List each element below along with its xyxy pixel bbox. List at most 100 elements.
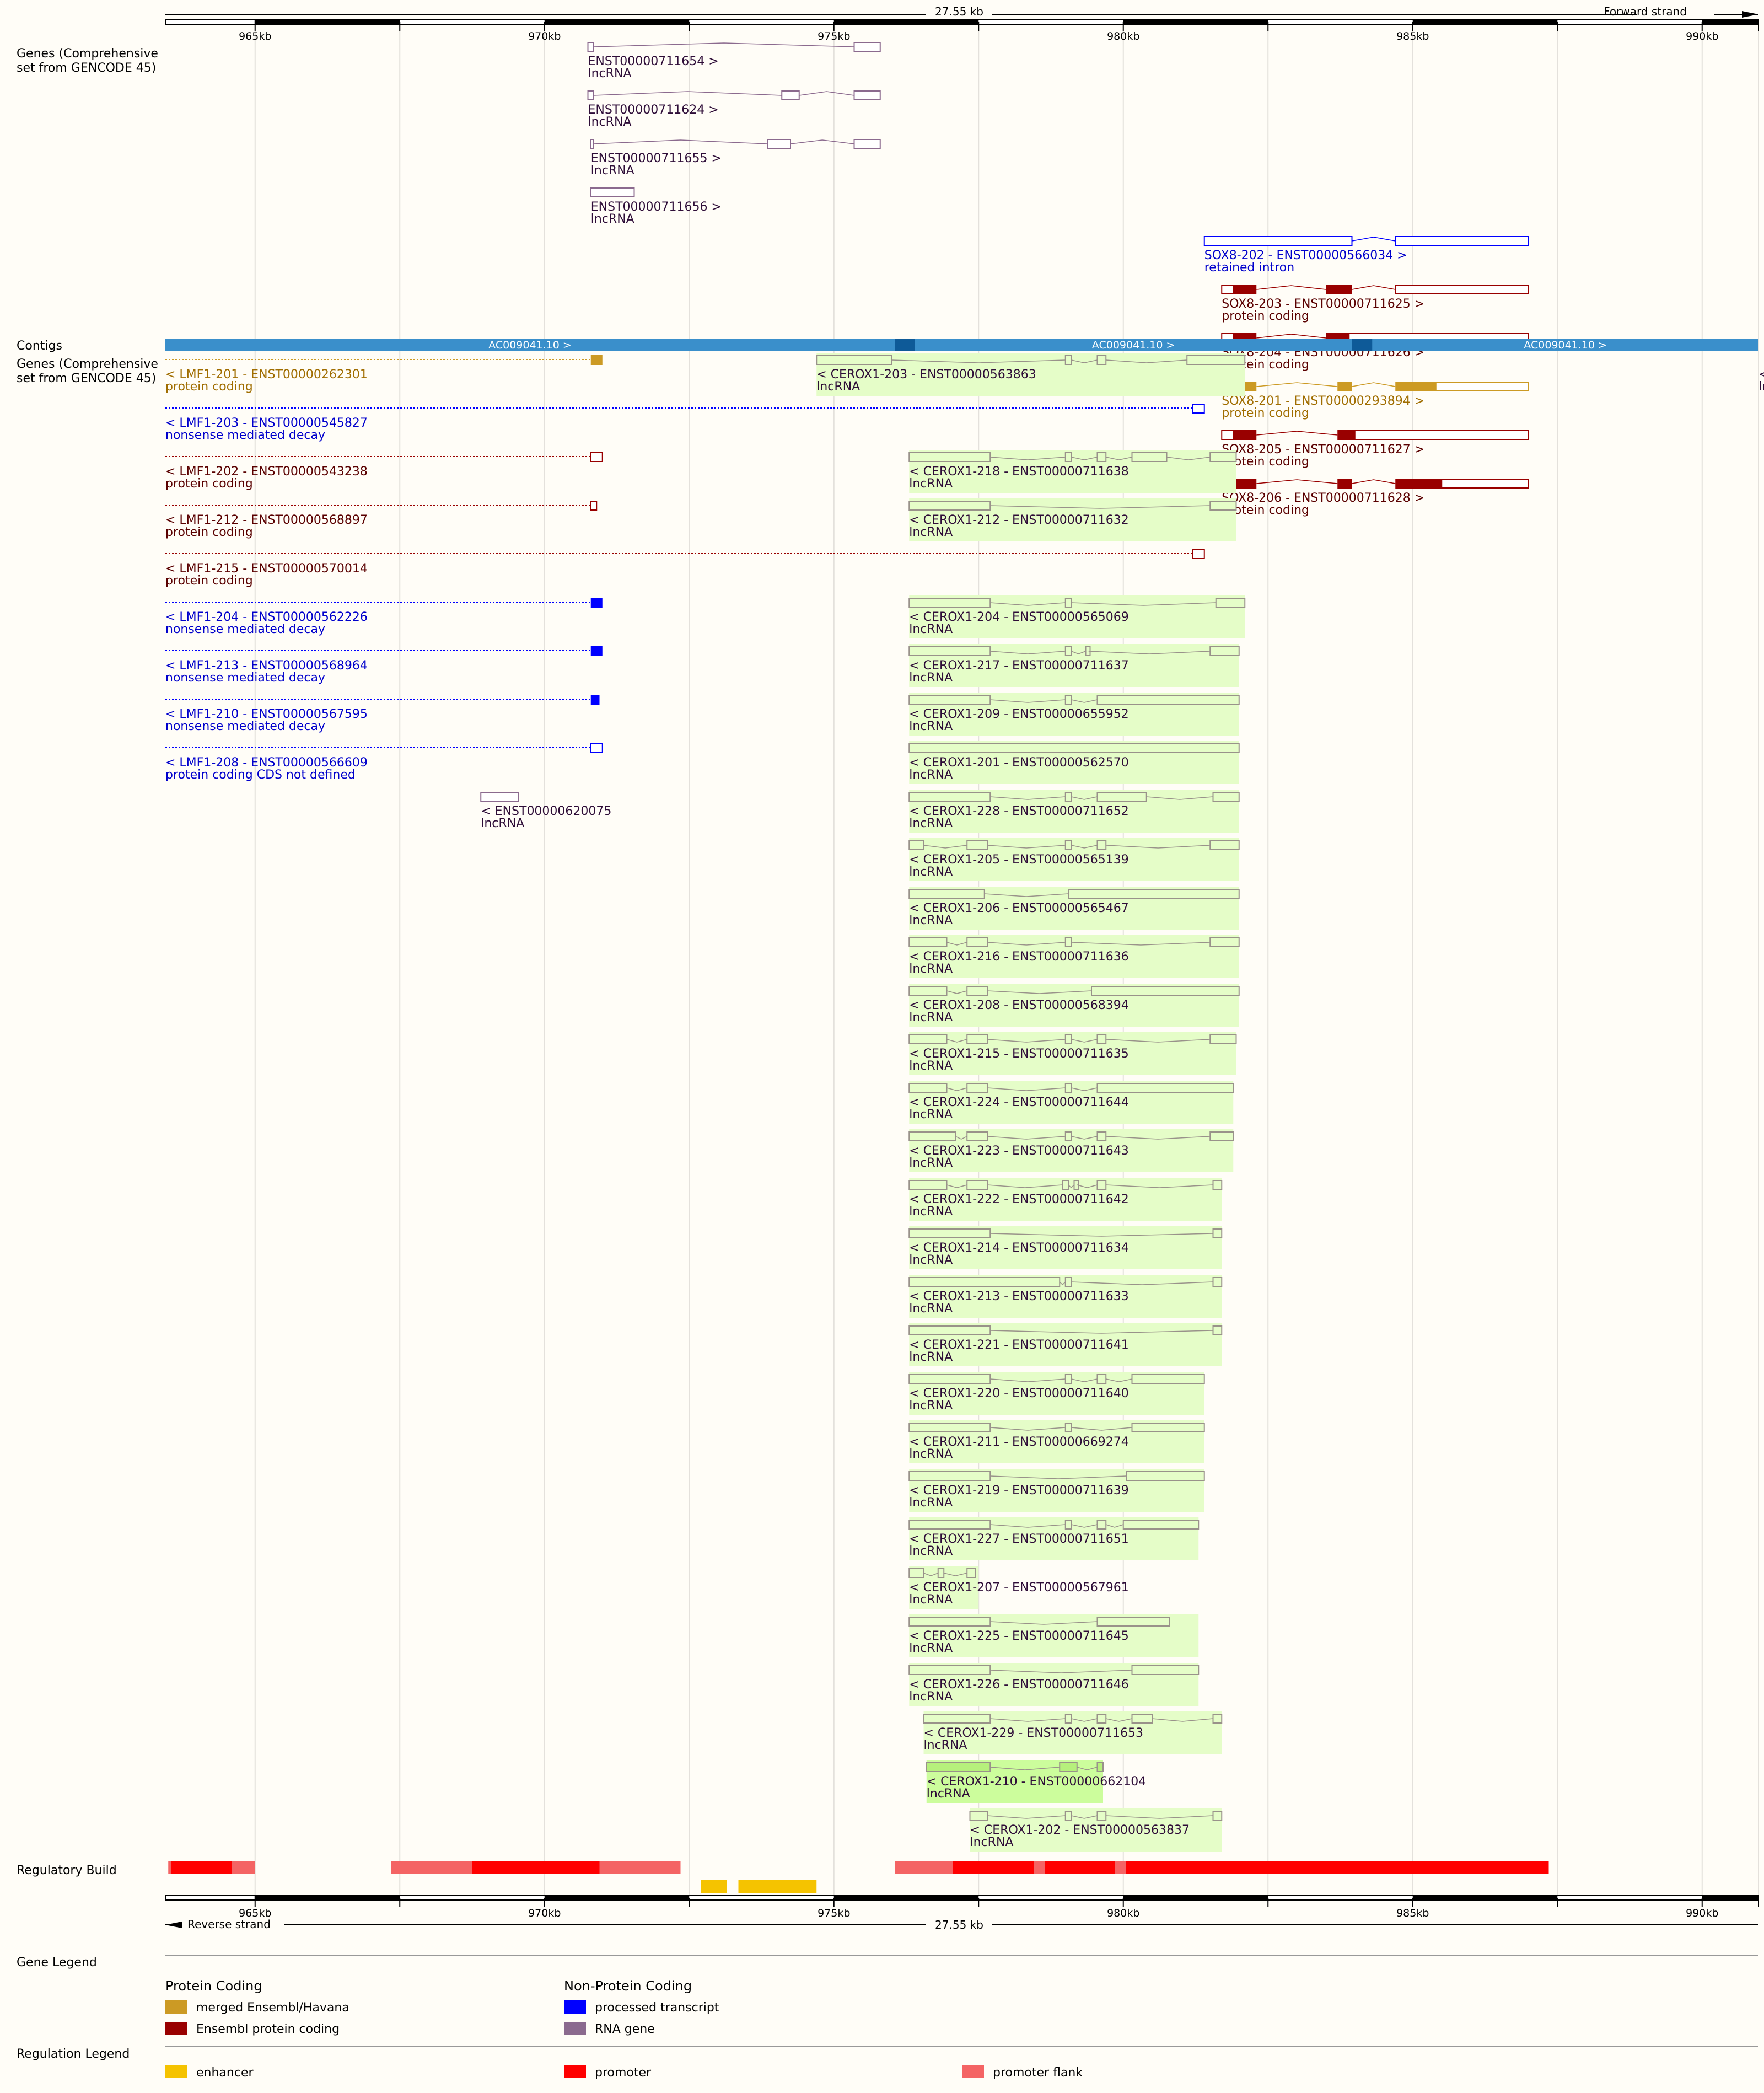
legend-ensembl-coding-label: Ensembl protein coding [196, 2022, 340, 2036]
track-label-genes-reverse-line1: Genes (Comprehensive [17, 357, 158, 371]
exon-noncoding [1395, 285, 1529, 294]
genome-browser-view: Genes (Comprehensive set from GENCODE 45… [0, 0, 1764, 2091]
transcript-biotype: nonsense mediated decay [165, 428, 325, 442]
regulatory-feature-promoter [472, 1861, 600, 1874]
transcript-biotype: lncRNA [909, 1496, 953, 1510]
transcript-biotype: nonsense mediated decay [165, 671, 325, 685]
transcript-biotype: lncRNA [909, 1011, 953, 1024]
transcript-lmf1: < LMF1-212 - ENST00000568897protein codi… [165, 501, 598, 539]
intron-line [790, 139, 854, 144]
ruler-bottom-span-label: 27.55 kb [935, 1918, 983, 1931]
regulatory-feature-promoter [1126, 1861, 1549, 1874]
exon-coding [1233, 479, 1257, 489]
legend-rna-gene-label: RNA gene [595, 2022, 655, 2036]
scale-segment [544, 20, 690, 24]
transcript-biotype: lncRNA [588, 67, 632, 80]
intron-line [1256, 382, 1338, 387]
regulation-legend-title: Regulation Legend [17, 2047, 130, 2061]
reverse-strand-arrow-icon [165, 1922, 182, 1928]
scale-segment [1123, 1896, 1268, 1900]
exon-noncoding [1221, 430, 1234, 440]
scale-segment [833, 20, 979, 24]
exon-noncoding [590, 139, 594, 149]
exon-noncoding [1096, 1762, 1104, 1772]
exon-coding [1395, 382, 1436, 391]
legend-merged-label: merged Ensembl/Havana [196, 2001, 349, 2015]
exon-coding [1233, 430, 1257, 440]
transcript-biotype: lncRNA [816, 380, 860, 394]
contig-track: AC009041.10 > AC009041.10 > AC009041.10 > [165, 339, 1758, 351]
transcript-biotype: protein coding [165, 525, 253, 539]
track-label-contigs: Contigs [17, 339, 62, 353]
transcript-biotype: lncRNA [924, 1738, 967, 1752]
transcript-biotype: lncRNA [909, 1253, 953, 1267]
transcript-biotype: lncRNA [927, 1787, 970, 1801]
forward-gene-track: ENST00000711654 >lncRNA ENST00000711624 >… [587, 42, 1529, 517]
exon-noncoding [590, 743, 603, 753]
exon-coding [1326, 285, 1352, 294]
transcript-biotype: protein coding [1222, 309, 1309, 323]
scale-tick-label: 975kb [818, 1907, 850, 1919]
track-label-regulatory-build: Regulatory Build [17, 1864, 117, 1877]
ruler-bottom: 965kb 970kb 975kb 980kb 985kb 990kb 27.55 kb … [165, 1895, 1759, 1932]
transcript-biotype: lncRNA [970, 1836, 1014, 1849]
exon-noncoding [587, 42, 594, 52]
legend-swatch-rna-gene [564, 2022, 586, 2035]
transcript-biotype: lncRNA [909, 817, 953, 830]
intron-line [1352, 285, 1396, 290]
transcript-biotype: lncRNA [909, 1205, 953, 1219]
exon-coding [590, 695, 600, 705]
transcript-biotype: lncRNA [909, 1593, 953, 1607]
exon-noncoding [1395, 236, 1529, 246]
scale-segment [833, 1896, 979, 1900]
exon-coding [1395, 479, 1442, 489]
forward-strand-label: Forward strand [1604, 5, 1687, 18]
exon-noncoding [1435, 382, 1529, 391]
transcript-lmf1: < LMF1-202 - ENST00000543238protein codi… [165, 452, 603, 491]
scale-segment [255, 1896, 400, 1900]
track-label-genes-reverse-line2: set from GENCODE 45) [17, 372, 156, 385]
exon-noncoding [926, 1762, 991, 1772]
intron-line [1256, 334, 1326, 339]
transcript-lncrna: < ENSTlncRNA [1758, 368, 1764, 394]
scale-tick-label: 985kb [1396, 1907, 1429, 1919]
track-label-genes-forward-line1: Genes (Comprehensive [17, 47, 158, 61]
scale-tick-label: 990kb [1686, 30, 1718, 42]
transcript-biotype: lncRNA [909, 671, 953, 685]
transcript-biotype: protein coding [165, 574, 253, 588]
scale-tick-label: 965kb [239, 30, 271, 42]
transcript-biotype: lncRNA [909, 768, 953, 782]
transcript-forward: ENST00000711655 >lncRNA [590, 139, 881, 178]
exon-coding [590, 355, 603, 365]
ruler-top: 27.55 kb Forward strand 965kb 970kb 975kb 9… [165, 5, 1759, 42]
transcript-biotype: lncRNA [481, 817, 524, 830]
legend-non-protein-coding-title: Non-Protein Coding [564, 1978, 692, 1994]
exon-noncoding [853, 90, 881, 100]
scale-segment [544, 1896, 690, 1900]
legend-swatch-merged [165, 2000, 187, 2014]
transcript-biotype: protein coding [165, 477, 253, 491]
track-label-genes-reverse: Genes (Comprehensive set from GENCODE 45… [17, 357, 162, 385]
transcript-lmf1: < LMF1-201 - ENST00000262301protein codi… [165, 355, 603, 394]
ruler-top-span-label: 27.55 kb [935, 5, 983, 18]
track-label-genes-forward: Genes (Comprehensive set from GENCODE 45… [17, 47, 162, 75]
contig-label: AC009041.10 > [1524, 339, 1607, 351]
legend-swatch-enhancer [165, 2065, 187, 2078]
scale-tick-label: 990kb [1686, 1907, 1718, 1919]
transcript-biotype: nonsense mediated decay [165, 720, 325, 733]
intron-line [1352, 237, 1396, 242]
legend-promoter-flank-label: promoter flank [993, 2066, 1083, 2080]
regulatory-feature-promoter [1045, 1861, 1115, 1874]
transcript-lmf1: < LMF1-203 - ENST00000545827nonsense med… [165, 404, 1205, 442]
transcript-biotype: protein coding [1222, 406, 1309, 420]
regulatory-feature-promoter [953, 1861, 1034, 1874]
transcript-biotype: lncRNA [909, 914, 953, 927]
transcript-biotype: lncRNA [909, 1447, 953, 1461]
transcript-forward: ENST00000711624 >lncRNA [587, 90, 881, 129]
transcript-lmf1: < LMF1-210 - ENST00000567595nonsense med… [165, 695, 600, 733]
exon-noncoding [1192, 404, 1205, 414]
regulatory-feature-promoter [171, 1861, 232, 1874]
exon-noncoding [587, 90, 594, 100]
contig-label: AC009041.10 > [1092, 339, 1175, 351]
transcript-biotype: lncRNA [909, 720, 953, 733]
